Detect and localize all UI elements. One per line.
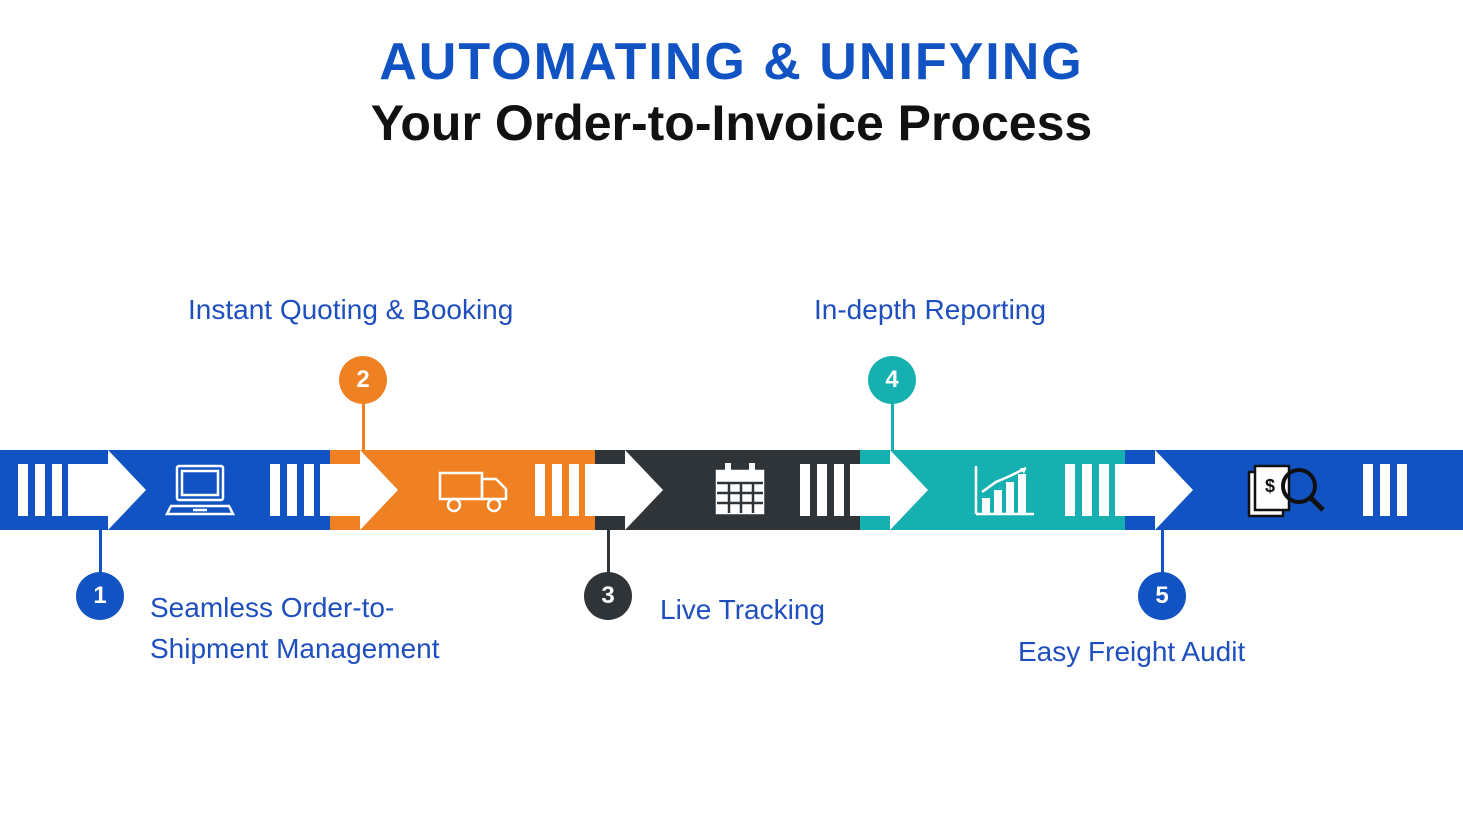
step-3-label: Live Tracking bbox=[660, 590, 825, 631]
step-1-label: Seamless Order-to- Shipment Management bbox=[150, 588, 440, 669]
arrow-icon bbox=[18, 450, 146, 530]
segment-5: $ bbox=[1125, 450, 1463, 530]
connector-line bbox=[607, 530, 610, 578]
arrow-icon bbox=[800, 450, 928, 530]
badge-number: 5 bbox=[1155, 582, 1168, 610]
step-4-badge: 4 bbox=[868, 356, 916, 404]
step-5-badge: 5 bbox=[1138, 572, 1186, 620]
step-4-label: In-depth Reporting bbox=[814, 290, 1046, 331]
title-line-2: Your Order-to-Invoice Process bbox=[0, 94, 1463, 152]
connector-line bbox=[99, 530, 102, 578]
arrow-icon bbox=[1065, 450, 1193, 530]
chart-icon bbox=[972, 462, 1038, 518]
badge-number: 4 bbox=[885, 366, 898, 394]
truck-icon bbox=[436, 465, 514, 515]
laptop-icon bbox=[165, 462, 235, 518]
svg-text:$: $ bbox=[1265, 476, 1275, 496]
audit-icon: $ bbox=[1245, 460, 1325, 520]
step-1-badge: 1 bbox=[76, 572, 124, 620]
step-2-label: Instant Quoting & Booking bbox=[188, 290, 513, 331]
step-2-badge: 2 bbox=[339, 356, 387, 404]
diagram-header: AUTOMATING & UNIFYING Your Order-to-Invo… bbox=[0, 0, 1463, 152]
connector-line bbox=[891, 402, 894, 450]
process-band: $ bbox=[0, 450, 1463, 530]
arrow-icon bbox=[535, 450, 663, 530]
connector-line bbox=[1161, 530, 1164, 578]
step-5-label: Easy Freight Audit bbox=[1018, 632, 1245, 673]
title-line-1: AUTOMATING & UNIFYING bbox=[0, 32, 1463, 92]
arrow-icon bbox=[270, 450, 398, 530]
badge-number: 3 bbox=[601, 582, 614, 610]
calendar-icon bbox=[711, 461, 769, 519]
step-3-badge: 3 bbox=[584, 572, 632, 620]
badge-number: 1 bbox=[93, 582, 106, 610]
arrow-icon bbox=[1363, 450, 1413, 530]
connector-line bbox=[362, 402, 365, 450]
badge-number: 2 bbox=[356, 366, 369, 394]
